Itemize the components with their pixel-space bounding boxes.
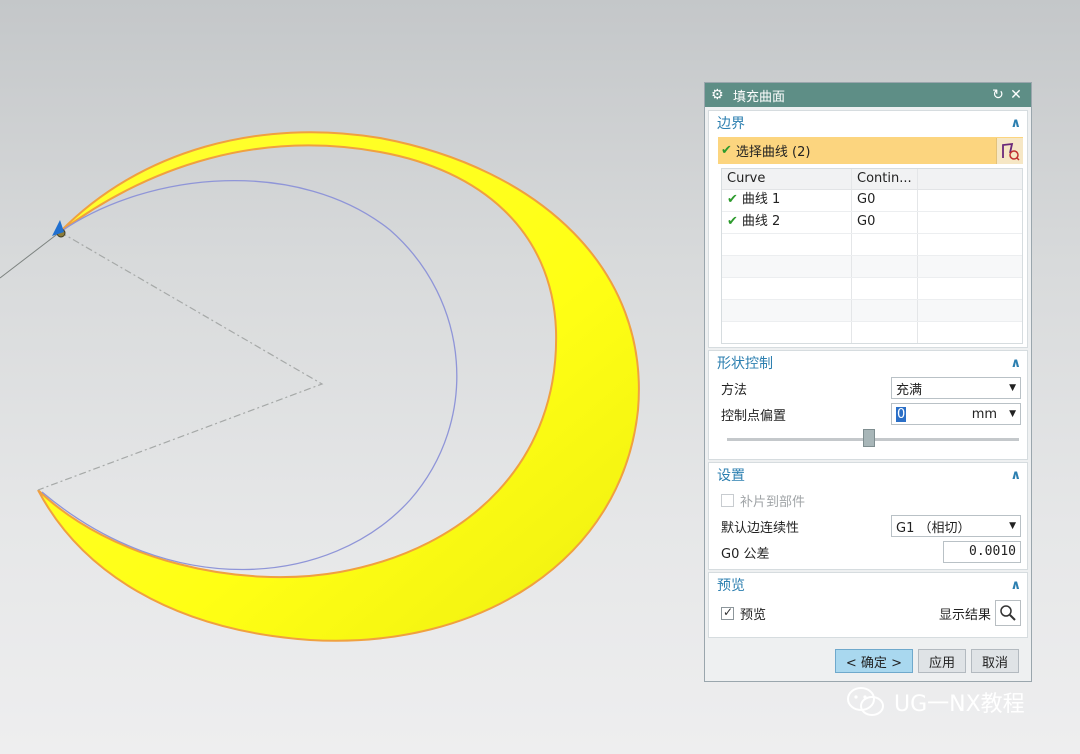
dropdown-arrow-icon: ▼: [1009, 383, 1016, 393]
preview-label: 预览: [740, 607, 767, 623]
chevron-up-icon[interactable]: ∧: [1010, 356, 1021, 371]
tolerance-row: G0 公差 0.0010: [709, 539, 1027, 565]
construction-line: [37, 231, 324, 491]
method-label: 方法: [721, 382, 748, 398]
show-result-button[interactable]: [995, 600, 1021, 626]
offset-value: 0: [896, 406, 907, 422]
continuity-dropdown[interactable]: G1 （相切） ▼: [891, 515, 1021, 537]
table-row[interactable]: ✔ 曲线 2 G0: [722, 212, 1022, 234]
close-icon[interactable]: ✕: [1007, 87, 1025, 103]
continuity-row: 默认边连续性 G1 （相切） ▼: [709, 513, 1027, 539]
check-icon: ✔: [721, 143, 732, 158]
patch-label: 补片到部件: [740, 494, 806, 510]
column-header-curve[interactable]: Curve: [722, 169, 852, 189]
dialog-title-bar[interactable]: ⚙ 填充曲面 ↻ ✕: [705, 83, 1031, 107]
shape-control-header-label: 形状控制: [717, 356, 773, 372]
check-icon: ✔: [727, 214, 738, 229]
magnifier-icon: [1000, 605, 1016, 621]
table-row-empty: [722, 322, 1022, 343]
continuity-label: 默认边连续性: [721, 520, 800, 536]
gear-icon: ⚙: [711, 87, 724, 103]
boundary-header-label: 边界: [717, 116, 745, 132]
watermark-text: UG一NX教程: [894, 692, 1025, 717]
preview-checkbox[interactable]: [721, 605, 734, 620]
axis-line: [0, 231, 61, 279]
curve-select-icon[interactable]: [996, 137, 1023, 164]
shape-control-header[interactable]: 形状控制 ∧: [709, 351, 1027, 375]
shape-control-section: 形状控制 ∧ 方法 充满 ▼ 控制点偏置 0 mm ▼: [708, 350, 1028, 460]
curve-list-table[interactable]: Curve Contin... ✔ 曲线 1 G0 ✔ 曲线 2 G0: [721, 168, 1023, 344]
dropdown-arrow-icon: ▼: [1009, 521, 1016, 531]
continuity-cell[interactable]: G0: [852, 190, 918, 211]
column-header-empty: [918, 169, 1022, 189]
preview-header[interactable]: 预览 ∧: [709, 573, 1027, 597]
settings-header[interactable]: 设置 ∧: [709, 463, 1027, 487]
dialog-title: 填充曲面: [733, 89, 786, 105]
chevron-up-icon[interactable]: ∧: [1010, 578, 1021, 593]
method-value: 充满: [896, 382, 923, 398]
boundary-curve[interactable]: [41, 180, 458, 571]
offset-row: 控制点偏置 0 mm ▼: [709, 401, 1027, 427]
curve-name: 曲线 1: [741, 192, 781, 207]
table-header: Curve Contin...: [722, 169, 1022, 190]
offset-input[interactable]: 0 mm ▼: [891, 403, 1021, 425]
dropdown-arrow-icon: ▼: [1009, 409, 1016, 419]
show-result-label: 显示结果: [938, 607, 991, 623]
settings-section: 设置 ∧ 补片到部件 默认边连续性 G1 （相切） ▼ G0 公差 0.0010: [708, 462, 1028, 570]
table-row-empty: [722, 234, 1022, 256]
offset-unit: mm: [971, 406, 998, 422]
offset-slider[interactable]: [727, 429, 1019, 449]
column-header-continuity[interactable]: Contin...: [852, 169, 918, 189]
select-curve-label: 选择曲线 (2): [735, 145, 811, 160]
dialog-buttons: < 确定 > 应用 取消: [834, 649, 1019, 673]
ok-button[interactable]: < 确定 >: [834, 649, 913, 673]
chevron-up-icon[interactable]: ∧: [1010, 468, 1021, 483]
table-row-empty: [722, 278, 1022, 300]
continuity-value: G1 （相切）: [896, 520, 971, 536]
method-dropdown[interactable]: 充满 ▼: [891, 377, 1021, 399]
reset-icon[interactable]: ↻: [989, 87, 1007, 103]
wechat-icon: [847, 687, 884, 716]
fill-surface[interactable]: [37, 131, 640, 642]
tolerance-input[interactable]: 0.0010: [943, 541, 1021, 563]
table-row-empty: [722, 300, 1022, 322]
select-curve-row[interactable]: ✔ 选择曲线 (2): [718, 137, 1023, 164]
method-row: 方法 充满 ▼: [709, 375, 1027, 401]
curve-name: 曲线 2: [741, 214, 781, 229]
tolerance-label: G0 公差: [721, 546, 770, 562]
fill-surface-dialog: ⚙ 填充曲面 ↻ ✕ 边界 ∧ ✔ 选择曲线 (2) Curve Contin.…: [704, 82, 1032, 682]
slider-thumb[interactable]: [863, 429, 875, 447]
check-icon: ✔: [727, 192, 738, 207]
apply-button[interactable]: 应用: [917, 649, 966, 673]
offset-label: 控制点偏置: [721, 408, 787, 424]
preview-section: 预览 ∧ 预览 显示结果: [708, 572, 1028, 638]
preview-header-label: 预览: [717, 578, 745, 594]
chevron-up-icon[interactable]: ∧: [1010, 116, 1021, 131]
preview-row: 预览 显示结果: [709, 597, 1027, 629]
patch-row: 补片到部件: [709, 487, 1027, 513]
settings-header-label: 设置: [717, 468, 745, 484]
boundary-section: 边界 ∧ ✔ 选择曲线 (2) Curve Contin... ✔ 曲线 1 G…: [708, 110, 1028, 348]
table-row[interactable]: ✔ 曲线 1 G0: [722, 190, 1022, 212]
table-row-empty: [722, 256, 1022, 278]
patch-checkbox: [721, 493, 734, 507]
watermark: UG一NX教程: [846, 686, 1025, 718]
cancel-button[interactable]: 取消: [970, 649, 1019, 673]
boundary-section-header[interactable]: 边界 ∧: [709, 111, 1027, 135]
continuity-cell[interactable]: G0: [852, 212, 918, 233]
